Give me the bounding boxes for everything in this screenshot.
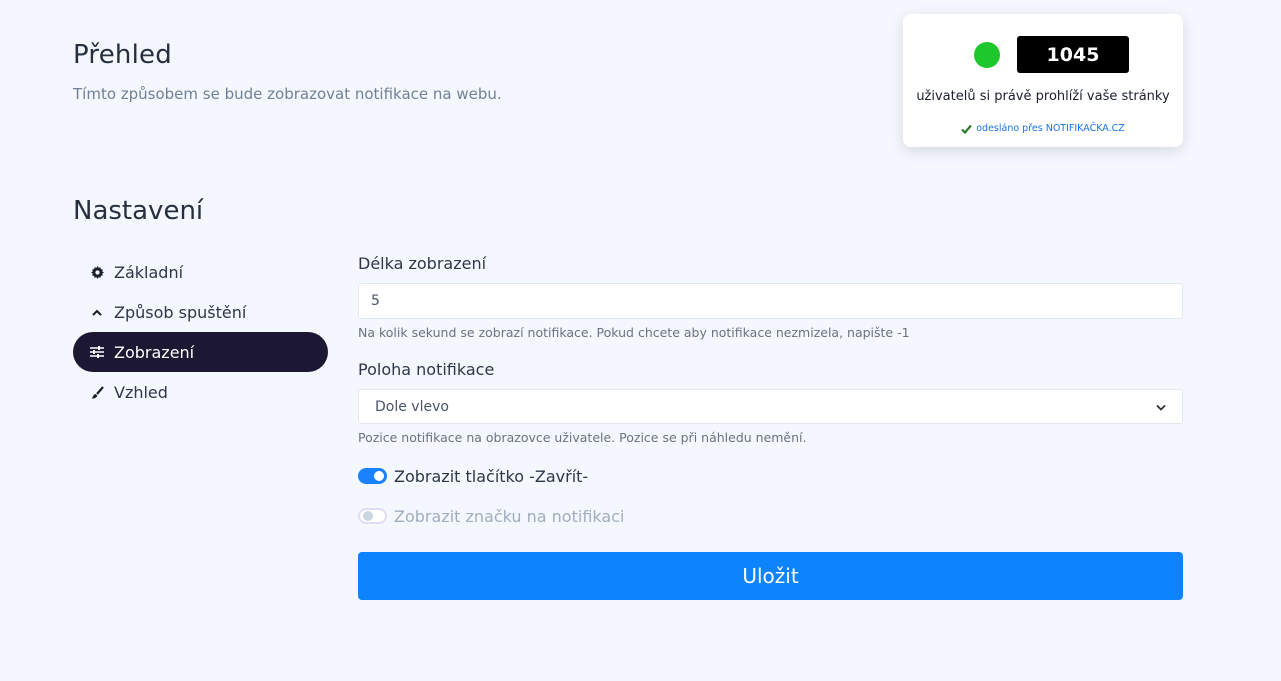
sidebar-item-label: Zobrazení xyxy=(114,342,195,362)
chevron-down-icon xyxy=(1156,399,1166,415)
position-select-value: Dole vlevo xyxy=(375,398,449,415)
duration-label: Délka zobrazení xyxy=(358,254,487,273)
visitor-counter: 1045 xyxy=(1017,36,1129,73)
toggle-badge-row[interactable]: Zobrazit značku na notifikaci xyxy=(358,504,1183,528)
gear-icon xyxy=(90,265,104,279)
display-settings-form: Délka zobrazení Na kolik sekund se zobra… xyxy=(358,252,1183,600)
notification-footer-link[interactable]: odesláno přes NOTIFIKAČKA.CZ xyxy=(976,123,1125,134)
sidebar-item-zobrazeni[interactable]: Zobrazení xyxy=(73,332,328,372)
check-icon xyxy=(961,124,973,134)
settings-sidebar: Základní Způsob spuštění Zobrazení Vzhle… xyxy=(73,252,328,412)
position-help: Pozice notifikace na obrazovce uživatele… xyxy=(358,430,807,445)
notification-footer[interactable]: odesláno přes NOTIFIKAČKA.CZ xyxy=(903,123,1183,134)
save-button[interactable]: Uložit xyxy=(358,552,1183,600)
sidebar-item-zpusob-spusteni[interactable]: Způsob spuštění xyxy=(73,292,328,332)
sidebar-item-label: Způsob spuštění xyxy=(114,302,247,322)
overview-title: Přehled xyxy=(73,40,172,70)
chevron-up-icon xyxy=(90,305,104,319)
sidebar-item-vzhled[interactable]: Vzhled xyxy=(73,372,328,412)
notification-text: uživatelů si právě prohlíží vaše stránky xyxy=(916,89,1170,104)
settings-title: Nastavení xyxy=(73,196,204,226)
sliders-icon xyxy=(90,345,104,359)
position-label: Poloha notifikace xyxy=(358,360,495,379)
badge-toggle[interactable] xyxy=(358,508,387,524)
brush-icon xyxy=(90,385,104,399)
duration-input[interactable] xyxy=(358,283,1183,319)
close-button-toggle[interactable] xyxy=(358,468,387,484)
overview-subtitle: Tímto způsobem se bude zobrazovat notifi… xyxy=(73,85,502,103)
position-select[interactable]: Dole vlevo xyxy=(358,389,1183,424)
toggle-close-label: Zobrazit tlačítko -Zavřít- xyxy=(394,466,589,486)
duration-help: Na kolik sekund se zobrazí notifikace. P… xyxy=(358,325,910,340)
sidebar-item-zakladni[interactable]: Základní xyxy=(73,252,328,292)
sidebar-item-label: Vzhled xyxy=(114,382,168,402)
notification-preview: 1045 uživatelů si právě prohlíží vaše st… xyxy=(903,14,1183,147)
sidebar-item-label: Základní xyxy=(114,262,184,282)
live-status-dot-icon xyxy=(974,42,1000,68)
page: Přehled Tímto způsobem se bude zobrazova… xyxy=(0,0,1281,681)
toggle-badge-label: Zobrazit značku na notifikaci xyxy=(394,506,625,526)
toggle-close-row[interactable]: Zobrazit tlačítko -Zavřít- xyxy=(358,464,1183,488)
